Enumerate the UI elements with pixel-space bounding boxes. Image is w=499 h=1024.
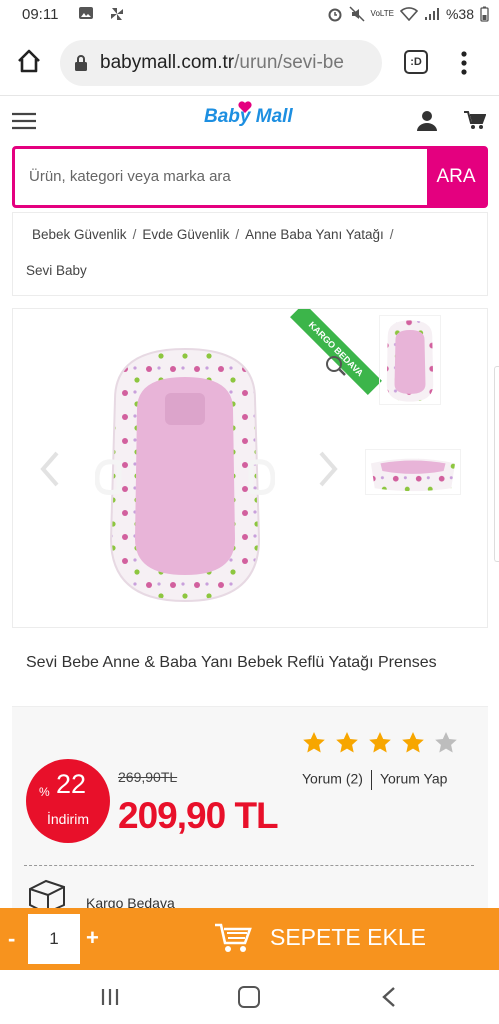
logo-text-mall: Mall [255, 106, 293, 127]
zoom-icon[interactable] [325, 355, 347, 377]
lock-icon [75, 55, 87, 71]
browser-toolbar: babymall.com.tr/urun/sevi-be :D [0, 30, 499, 96]
search-button[interactable]: ARA [427, 149, 485, 205]
site-header: Baby Mall [0, 96, 499, 146]
add-to-cart-bar: - 1 + SEPETE EKLE [0, 908, 499, 970]
search-box: Ürün, kategori veya marka ara ARA [12, 146, 488, 208]
battery-level: %38 [445, 6, 474, 22]
status-bar: 09:11 VoLTE %38 [0, 0, 499, 30]
write-review-link[interactable]: Yorum Yap [380, 771, 447, 787]
pinwheel-icon [111, 8, 123, 20]
home-button-icon[interactable] [238, 986, 260, 1008]
status-time: 09:11 [22, 6, 59, 23]
signal-icon [424, 8, 439, 20]
breadcrumb: Bebek Güvenlik / Evde Güvenlik / Anne Baba Y… [12, 212, 488, 296]
breadcrumb-item[interactable]: Anne Baba Yanı Yatağı [245, 227, 384, 242]
menu-icon[interactable] [12, 112, 36, 130]
old-price: 269,90TL [118, 769, 178, 785]
star-icon[interactable] [302, 731, 326, 755]
discount-label: İndirim [46, 811, 89, 827]
star-icon[interactable] [335, 731, 359, 755]
product-title-box: Sevi Bebe Anne & Baba Yanı Bebek Reflü Y… [12, 638, 488, 704]
discount-badge: % 22 İndirim [26, 759, 110, 843]
recent-apps-icon[interactable] [100, 988, 120, 1006]
account-icon[interactable] [416, 110, 438, 132]
tab-switcher-button[interactable]: :D [404, 50, 428, 74]
address-bar[interactable]: babymall.com.tr/urun/sevi-be [60, 40, 382, 86]
shopping-cart-icon[interactable] [214, 922, 252, 954]
free-shipping-ribbon: KARGO BEDAVA [290, 309, 382, 395]
prev-image-arrow-icon[interactable] [39, 451, 61, 487]
alarm-icon [328, 8, 342, 22]
rating-stars[interactable] [302, 731, 458, 755]
product-thumbnail[interactable] [379, 315, 441, 405]
next-image-arrow-icon[interactable] [317, 451, 339, 487]
product-title: Sevi Bebe Anne & Baba Yanı Bebek Reflü Y… [26, 654, 437, 671]
star-icon[interactable] [401, 731, 425, 755]
browser-home-icon[interactable] [14, 46, 44, 76]
cart-icon[interactable] [464, 110, 486, 130]
product-thumbnail[interactable] [365, 449, 461, 495]
url-path: /urun/sevi-be [234, 52, 344, 73]
quantity-input[interactable]: 1 [28, 914, 80, 964]
reviews-link[interactable]: Yorum (2) [302, 771, 363, 787]
add-to-cart-button[interactable]: SEPETE EKLE [270, 924, 426, 951]
breadcrumb-item[interactable]: Bebek Güvenlik [32, 227, 127, 242]
volte-icon: VoLTE [370, 9, 394, 18]
back-icon[interactable] [380, 986, 398, 1008]
product-main-image[interactable] [95, 339, 275, 609]
star-icon[interactable] [368, 731, 392, 755]
quantity-decrease-button[interactable]: - [8, 926, 15, 952]
product-gallery: KARGO BEDAVA [12, 308, 488, 628]
browser-menu-icon[interactable] [458, 50, 470, 76]
breadcrumb-item[interactable]: Evde Güvenlik [142, 227, 229, 242]
mute-icon [349, 6, 365, 22]
site-logo[interactable]: Baby Mall [204, 101, 293, 128]
quantity-increase-button[interactable]: + [86, 925, 99, 951]
discount-percent-sign: % [39, 785, 50, 799]
gallery-icon [79, 7, 93, 19]
divider [24, 865, 474, 866]
star-icon[interactable] [434, 731, 458, 755]
breadcrumb-item-current[interactable]: Sevi Baby [26, 263, 87, 278]
current-price: 209,90 TL [118, 795, 279, 836]
wifi-icon [399, 7, 418, 21]
scroll-indicator[interactable] [494, 366, 499, 562]
system-nav-bar [0, 970, 499, 1024]
price-panel: % 22 İndirim 269,90TL 209,90 TL Yorum (2… [12, 706, 488, 916]
search-input[interactable]: Ürün, kategori veya marka ara [29, 168, 231, 185]
discount-value: 22 [56, 769, 87, 799]
heart-icon [238, 101, 252, 113]
battery-icon [480, 6, 489, 22]
url-host: babymall.com.tr [100, 52, 235, 73]
